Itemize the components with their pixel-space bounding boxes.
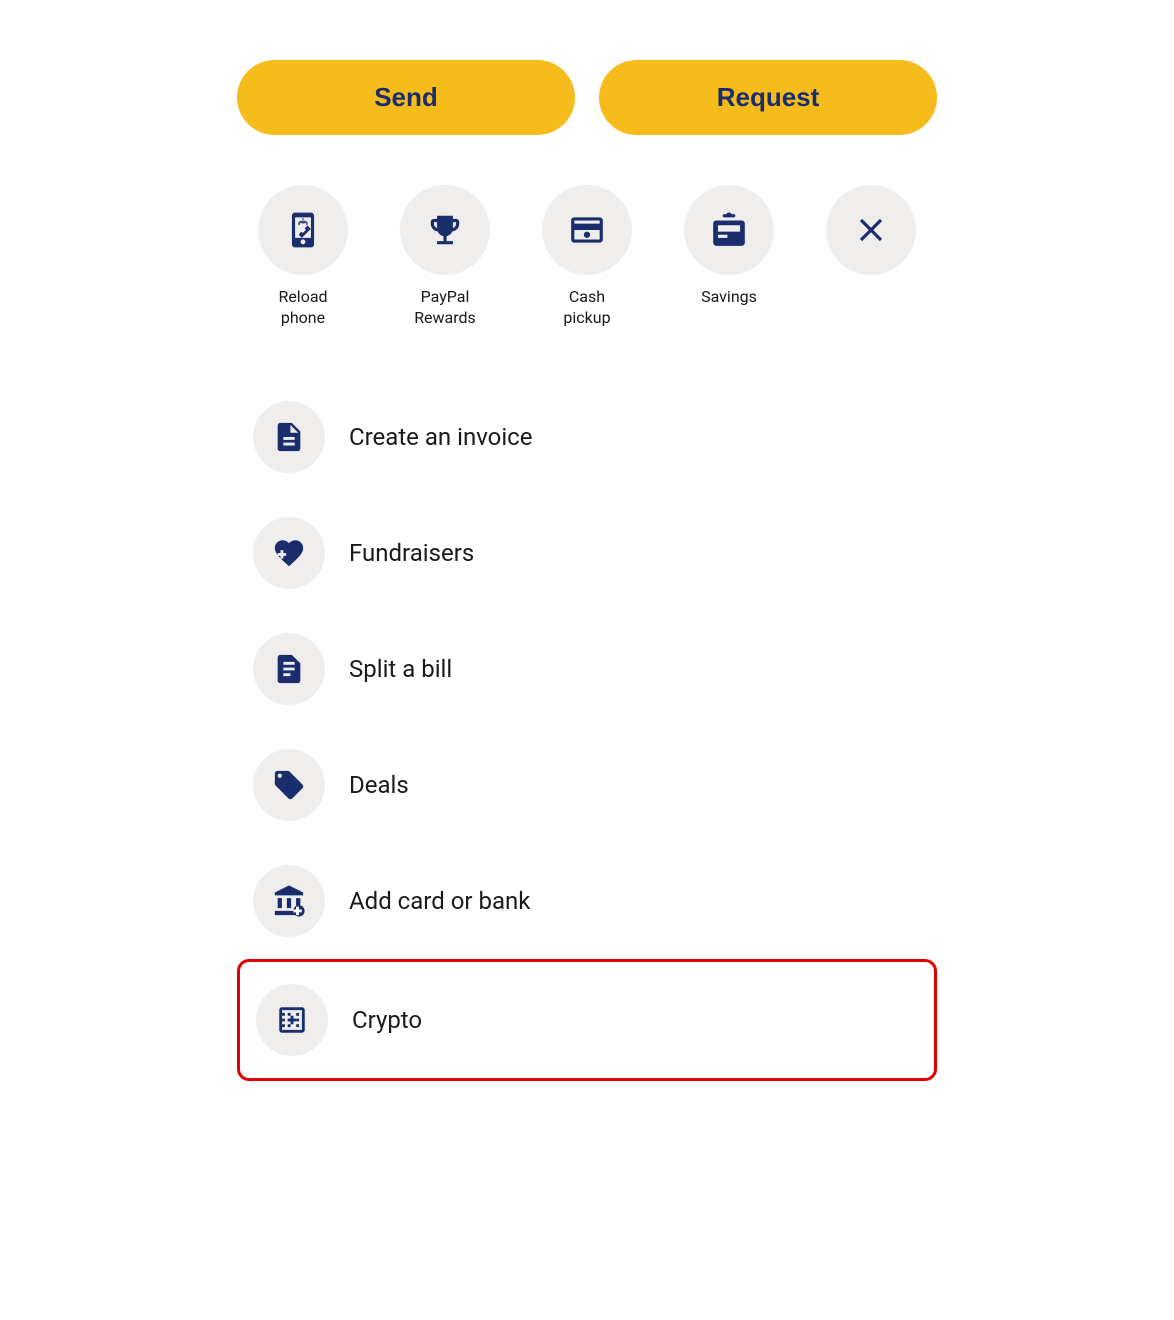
paypal-rewards-circle [400, 185, 490, 275]
deals-circle [253, 749, 325, 821]
list-item-deals[interactable]: Deals [237, 727, 937, 843]
create-invoice-label: Create an invoice [349, 423, 532, 451]
savings-label: Savings [701, 287, 757, 308]
cash-pickup-label: Cashpickup [563, 287, 610, 329]
savings-icon [710, 211, 748, 249]
list-item-fundraisers[interactable]: Fundraisers [237, 495, 937, 611]
reload-phone-label: Reloadphone [278, 287, 327, 329]
list-item-split-bill[interactable]: Split a bill [237, 611, 937, 727]
list-items: Create an invoice Fundraisers Split a bi… [237, 379, 937, 1081]
add-bank-icon [272, 884, 306, 918]
quick-action-savings[interactable]: Savings [663, 185, 795, 308]
deals-icon [272, 768, 306, 802]
quick-action-cash-pickup[interactable]: Cashpickup [521, 185, 653, 329]
main-container: Send Request Reloadphone [237, 60, 937, 1081]
crypto-icon [275, 1003, 309, 1037]
send-button[interactable]: Send [237, 60, 575, 135]
fundraisers-circle [253, 517, 325, 589]
deals-label: Deals [349, 771, 409, 799]
list-item-add-card-bank[interactable]: Add card or bank [237, 843, 937, 959]
close-icon [852, 211, 890, 249]
cash-pickup-circle [542, 185, 632, 275]
fundraisers-label: Fundraisers [349, 539, 474, 567]
quick-actions-row: Reloadphone PayPalRewards Cashpickup [237, 185, 937, 329]
reload-phone-icon [284, 211, 322, 249]
split-bill-circle [253, 633, 325, 705]
reload-phone-circle [258, 185, 348, 275]
create-invoice-circle [253, 401, 325, 473]
trophy-icon [426, 211, 464, 249]
quick-action-reload-phone[interactable]: Reloadphone [237, 185, 369, 329]
request-button[interactable]: Request [599, 60, 937, 135]
list-item-crypto[interactable]: Crypto [237, 959, 937, 1081]
cash-pickup-icon [568, 211, 606, 249]
invoice-icon [272, 420, 306, 454]
crypto-label: Crypto [352, 1006, 422, 1034]
paypal-rewards-label: PayPalRewards [414, 287, 476, 329]
add-card-bank-label: Add card or bank [349, 887, 530, 915]
split-bill-label: Split a bill [349, 655, 452, 683]
quick-action-close[interactable] [805, 185, 937, 287]
list-item-create-invoice[interactable]: Create an invoice [237, 379, 937, 495]
add-bank-circle [253, 865, 325, 937]
top-buttons: Send Request [237, 60, 937, 135]
split-bill-icon [272, 652, 306, 686]
crypto-circle [256, 984, 328, 1056]
fundraisers-icon [272, 536, 306, 570]
close-circle [826, 185, 916, 275]
savings-circle [684, 185, 774, 275]
quick-action-paypal-rewards[interactable]: PayPalRewards [379, 185, 511, 329]
